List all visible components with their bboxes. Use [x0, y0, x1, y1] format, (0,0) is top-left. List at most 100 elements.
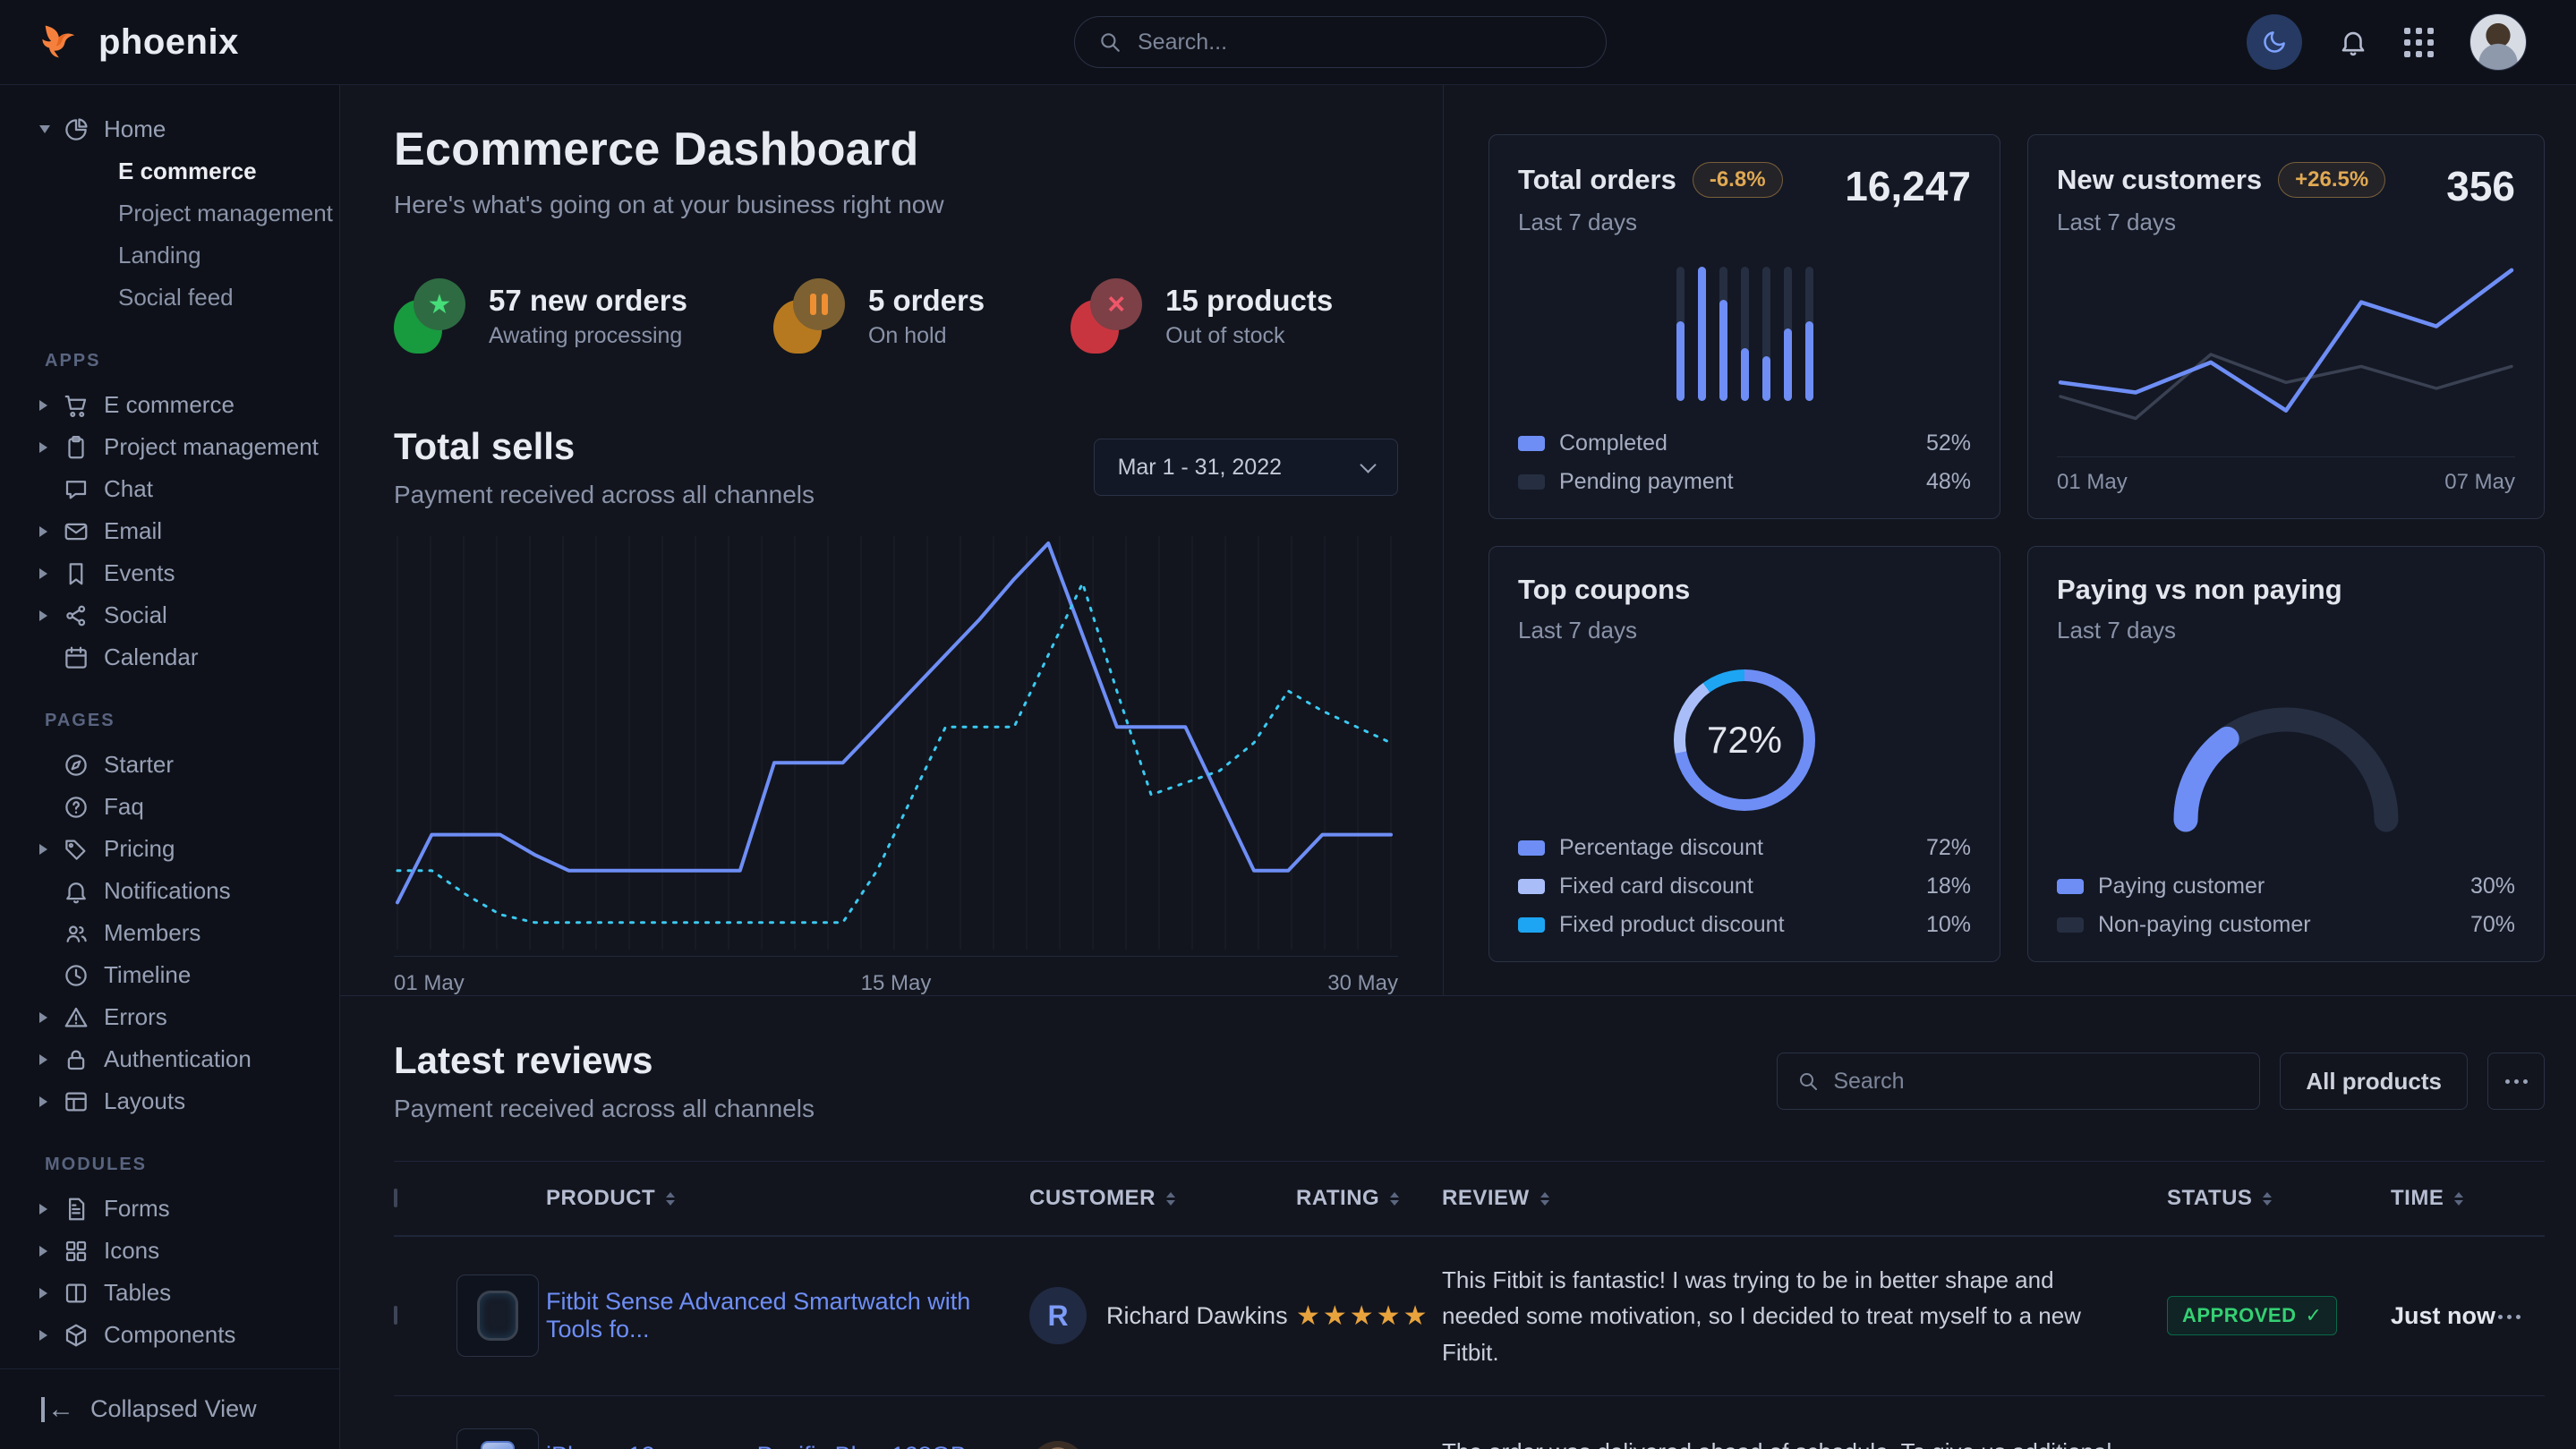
sidebar-item-pricing[interactable]: Pricing — [0, 828, 339, 870]
customer-cell[interactable]: R Richard Dawkins — [1029, 1287, 1296, 1344]
search-input[interactable] — [1138, 30, 1582, 55]
clipboard-icon — [63, 434, 90, 461]
reviews-search-input[interactable] — [1833, 1069, 2239, 1095]
sidebar-item-authentication[interactable]: Authentication — [0, 1038, 339, 1080]
total-orders-card: Total orders -6.8% Last 7 days 16,247 Co… — [1488, 134, 2000, 519]
clock-icon — [63, 962, 90, 989]
global-search[interactable] — [1074, 16, 1607, 68]
apps-grid-button[interactable] — [2404, 28, 2434, 57]
sidebar-item-chat[interactable]: Chat — [0, 468, 339, 510]
chevron-right-icon — [39, 400, 47, 411]
stat-orders-on-hold: 5 orders On hold — [773, 278, 985, 354]
sells-x-axis: 01 May 15 May 30 May — [394, 956, 1398, 996]
rating-stars: ★★★★★ — [1296, 1300, 1442, 1332]
column-status[interactable]: STATUS — [2167, 1186, 2391, 1211]
profile-avatar[interactable] — [2469, 13, 2527, 71]
chevron-right-icon — [39, 1204, 47, 1215]
chevron-right-icon — [39, 442, 47, 453]
review-text: This Fitbit is fantastic! I was trying t… — [1442, 1237, 2167, 1395]
customer-cell[interactable]: Ashley Garrett — [1029, 1441, 1296, 1449]
out-of-stock-icon: × — [1070, 278, 1142, 354]
sidebar-item-forms[interactable]: Forms — [0, 1188, 339, 1230]
sidebar-item-layouts[interactable]: Layouts — [0, 1080, 339, 1122]
column-product[interactable]: PRODUCT — [546, 1186, 1029, 1211]
grid-icon — [63, 1238, 90, 1265]
sidebar-item-faq[interactable]: Faq — [0, 786, 339, 828]
reviews-search[interactable] — [1777, 1053, 2260, 1110]
product-thumbnail-iphone[interactable] — [456, 1428, 539, 1449]
sidebar: Home E commerce Project management Landi… — [0, 85, 340, 1449]
sidebar-item-home[interactable]: Home — [0, 108, 339, 150]
column-review[interactable]: REVIEW — [1442, 1186, 2167, 1211]
column-customer[interactable]: CUSTOMER — [1029, 1186, 1296, 1211]
all-products-button[interactable]: All products — [2280, 1053, 2468, 1110]
row-checkbox[interactable] — [394, 1306, 397, 1325]
brand-name: phoenix — [98, 22, 239, 63]
order-bar — [1698, 267, 1706, 401]
page-title: Ecommerce Dashboard — [394, 123, 1398, 176]
total-sells-subtitle: Payment received across all channels — [394, 481, 815, 509]
bell-icon — [63, 878, 90, 905]
file-text-icon — [63, 1196, 90, 1223]
bell-icon — [2338, 27, 2368, 57]
sidebar-item-calendar[interactable]: Calendar — [0, 636, 339, 678]
new-customers-x-axis: 01 May 07 May — [2057, 456, 2515, 495]
sidebar-item-starter[interactable]: Starter — [0, 744, 339, 786]
sidebar-item-label: Home — [104, 115, 166, 143]
select-all-checkbox[interactable] — [394, 1189, 397, 1207]
search-icon — [1797, 1070, 1819, 1092]
sidebar-item-components[interactable]: Components — [0, 1314, 339, 1356]
lock-icon — [63, 1046, 90, 1073]
legend-nonpaying-customer: Non-paying customer 70% — [2057, 912, 2515, 938]
sidebar-section-modules: MODULES — [0, 1155, 339, 1175]
chevron-right-icon — [39, 526, 47, 537]
phoenix-logo-icon — [38, 19, 84, 65]
avatar: R — [1029, 1287, 1087, 1344]
sidebar-item-ecommerce[interactable]: E commerce — [0, 384, 339, 426]
donut-center-value: 72% — [1707, 719, 1782, 762]
row-menu-icon[interactable] — [2498, 1315, 2521, 1319]
sidebar-item-tables[interactable]: Tables — [0, 1272, 339, 1314]
new-customers-value: 356 — [2446, 162, 2515, 210]
sidebar-item-timeline[interactable]: Timeline — [0, 954, 339, 996]
top-coupons-card: Top coupons Last 7 days 72% Perc — [1488, 546, 2000, 962]
brand[interactable]: phoenix — [38, 19, 239, 65]
column-time[interactable]: TIME — [2391, 1186, 2498, 1211]
calendar-icon — [63, 644, 90, 671]
sidebar-item-members[interactable]: Members — [0, 912, 339, 954]
sidebar-item-errors[interactable]: Errors — [0, 996, 339, 1038]
sidebar-subitem-social-feed[interactable]: Social feed — [0, 277, 339, 319]
coupons-donut-chart: 72% — [1674, 669, 1815, 811]
order-bar — [1719, 267, 1727, 401]
legend-completed: Completed 52% — [1518, 430, 1971, 456]
notifications-button[interactable] — [2338, 27, 2368, 57]
product-link[interactable]: iPhone 13 pro max-Pacific Blue-128GB sto… — [546, 1442, 1029, 1449]
theme-toggle-button[interactable] — [2247, 14, 2302, 70]
sidebar-item-email[interactable]: Email — [0, 510, 339, 552]
sidebar-section-apps: APPS — [0, 351, 339, 371]
sidebar-subitem-ecommerce[interactable]: E commerce — [0, 150, 339, 192]
column-rating[interactable]: RATING — [1296, 1186, 1442, 1211]
review-text: The order was delivered ahead of schedul… — [1442, 1409, 2167, 1449]
more-options-button[interactable] — [2487, 1053, 2545, 1110]
date-range-select[interactable]: Mar 1 - 31, 2022 — [1094, 439, 1398, 496]
stat-new-orders: ★ 57 new orders Awating processing — [394, 278, 687, 354]
sidebar-item-notifications[interactable]: Notifications — [0, 870, 339, 912]
sidebar-item-project-management[interactable]: Project management — [0, 426, 339, 468]
sidebar-item-icons[interactable]: Icons — [0, 1230, 339, 1272]
avatar — [1029, 1441, 1087, 1449]
legend-paying-customer: Paying customer 30% — [2057, 874, 2515, 899]
sidebar-item-social[interactable]: Social — [0, 594, 339, 636]
collapse-sidebar-button[interactable]: ← Collapsed View — [0, 1368, 339, 1449]
sidebar-subitem-landing[interactable]: Landing — [0, 234, 339, 277]
sidebar-subitem-project-management[interactable]: Project management — [0, 192, 339, 234]
chevron-right-icon — [39, 568, 47, 579]
pie-chart-icon — [63, 116, 90, 143]
product-thumbnail-smartwatch[interactable] — [456, 1274, 539, 1357]
chevron-right-icon — [39, 610, 47, 621]
stats-row: ★ 57 new orders Awating processing — [394, 278, 1398, 354]
new-customers-chart — [2057, 236, 2515, 456]
sidebar-item-events[interactable]: Events — [0, 552, 339, 594]
total-orders-value: 16,247 — [1845, 162, 1971, 210]
product-link[interactable]: Fitbit Sense Advanced Smartwatch with To… — [546, 1288, 1029, 1343]
